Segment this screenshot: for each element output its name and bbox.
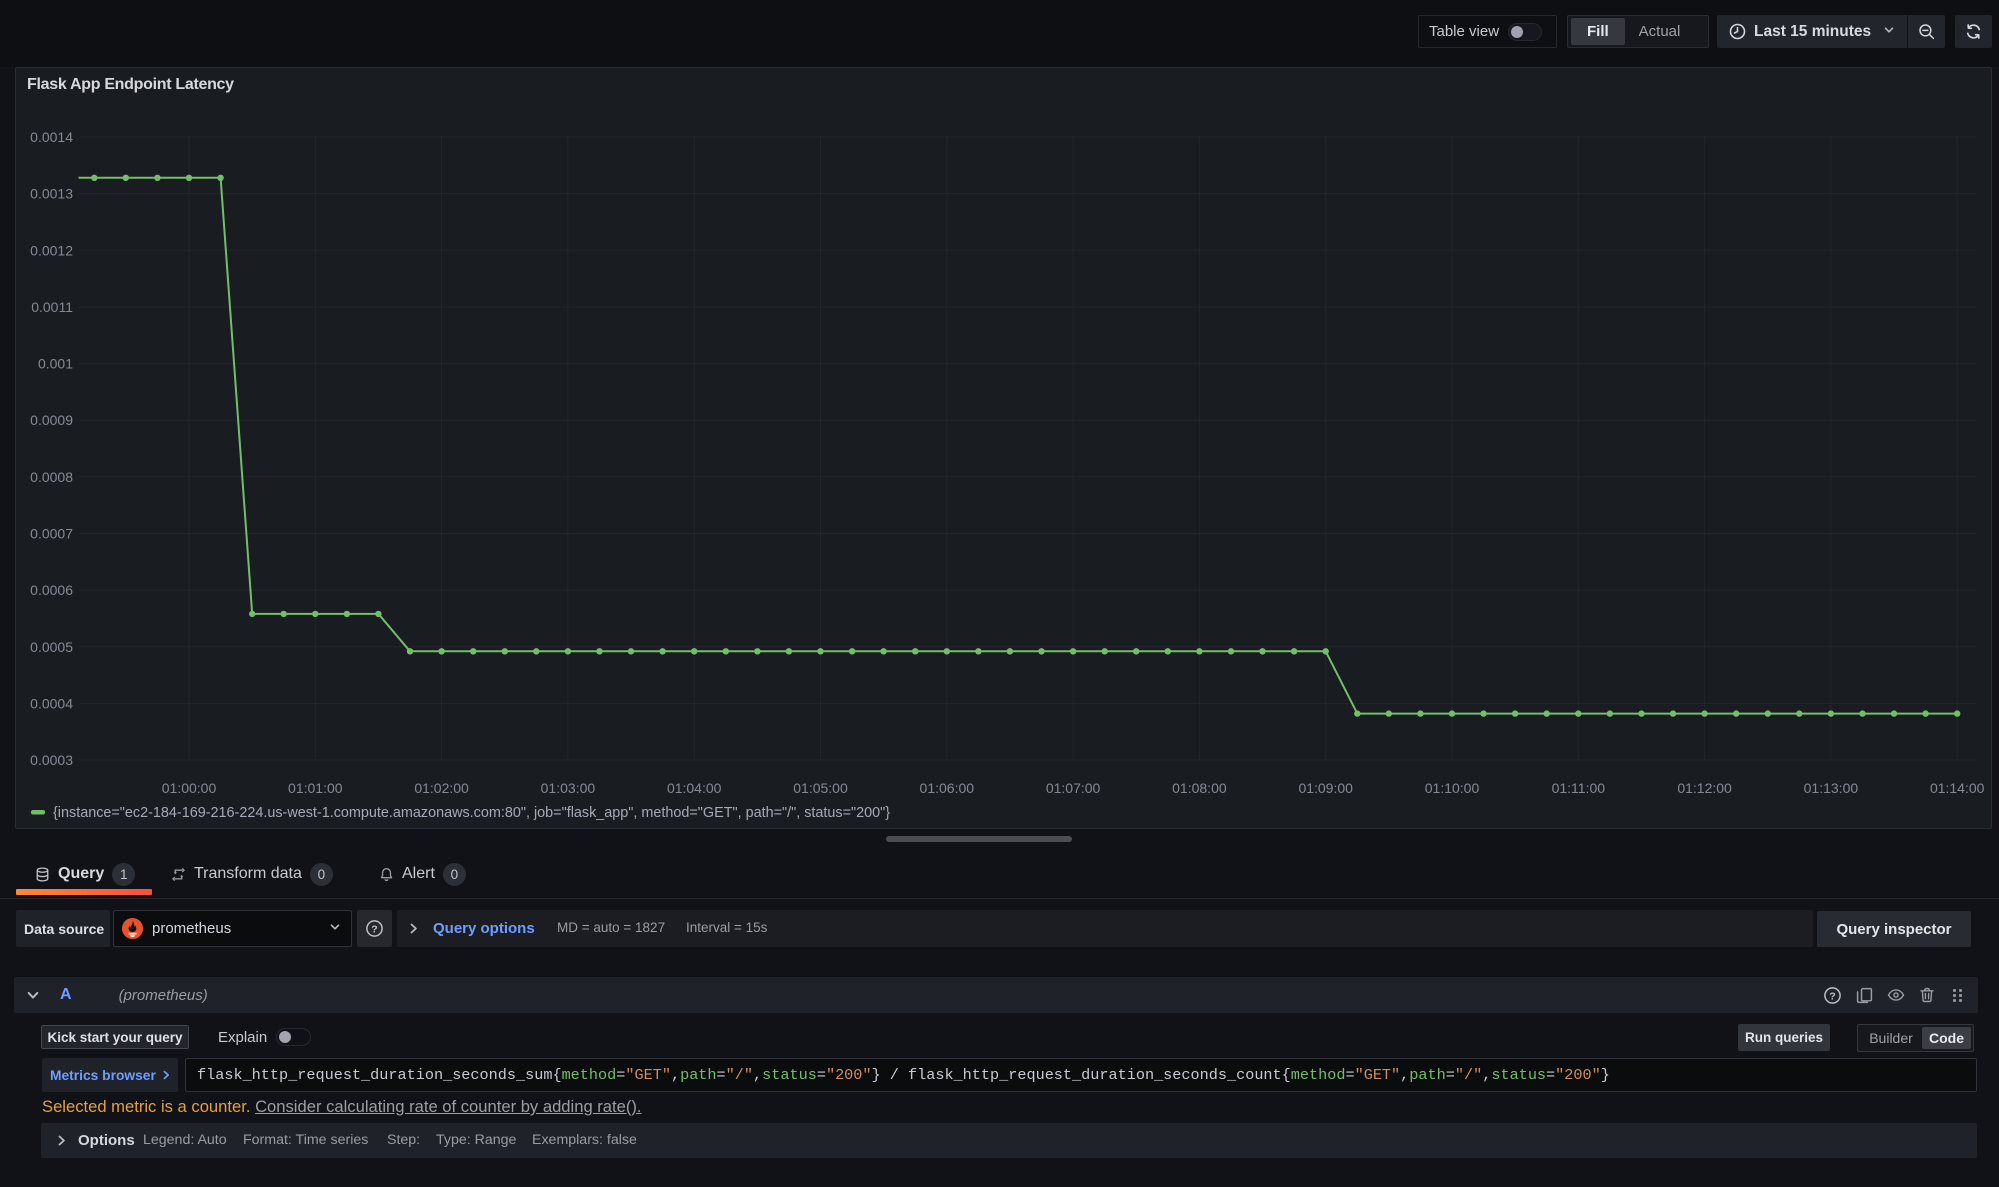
- svg-text:0.0005: 0.0005: [30, 639, 73, 655]
- svg-text:{instance="ec2-184-169-216-224: {instance="ec2-184-169-216-224.us-west-1…: [53, 805, 890, 821]
- svg-text:01:00:00: 01:00:00: [162, 780, 217, 796]
- svg-text:01:04:00: 01:04:00: [667, 780, 722, 796]
- svg-text:01:10:00: 01:10:00: [1425, 780, 1480, 796]
- svg-text:0.0014: 0.0014: [30, 129, 73, 145]
- svg-text:01:09:00: 01:09:00: [1298, 780, 1353, 796]
- svg-text:0.0003: 0.0003: [30, 752, 73, 768]
- svg-text:01:08:00: 01:08:00: [1172, 780, 1227, 796]
- svg-text:0.0012: 0.0012: [30, 242, 73, 258]
- svg-text:01:11:00: 01:11:00: [1552, 780, 1606, 796]
- svg-text:0.0009: 0.0009: [30, 412, 73, 428]
- svg-text:01:06:00: 01:06:00: [920, 780, 975, 796]
- svg-text:01:14:00: 01:14:00: [1930, 780, 1985, 796]
- svg-text:0.001: 0.001: [38, 356, 73, 372]
- svg-text:01:05:00: 01:05:00: [793, 780, 848, 796]
- svg-text:?: ?: [371, 923, 377, 935]
- svg-text:0.0013: 0.0013: [30, 186, 73, 202]
- svg-text:01:12:00: 01:12:00: [1677, 780, 1732, 796]
- svg-text:01:07:00: 01:07:00: [1046, 780, 1101, 796]
- svg-text:01:02:00: 01:02:00: [414, 780, 469, 796]
- svg-text:0.0008: 0.0008: [30, 469, 73, 485]
- svg-text:0.0006: 0.0006: [30, 582, 73, 598]
- svg-text:0.0007: 0.0007: [30, 526, 73, 542]
- svg-text:0.0011: 0.0011: [31, 299, 73, 315]
- svg-text:01:01:00: 01:01:00: [288, 780, 343, 796]
- svg-text:01:13:00: 01:13:00: [1804, 780, 1859, 796]
- svg-text:01:03:00: 01:03:00: [541, 780, 596, 796]
- svg-text:?: ?: [1829, 990, 1835, 1002]
- svg-text:0.0004: 0.0004: [30, 695, 73, 711]
